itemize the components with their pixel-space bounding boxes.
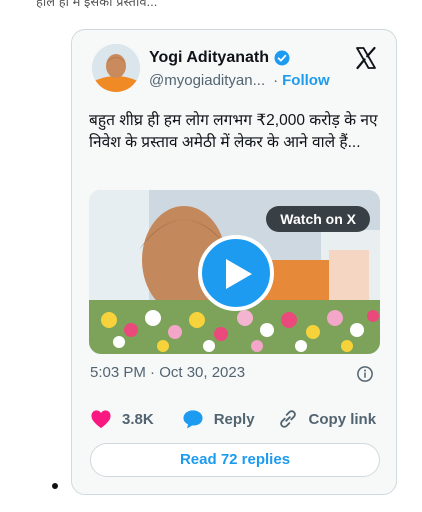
like-count: 3.8K <box>122 410 154 428</box>
reply-label: Reply <box>213 410 255 428</box>
copy-link-button[interactable]: Copy link <box>277 408 377 430</box>
author-handle-row: @myogiadityan... · Follow <box>149 72 330 89</box>
page: हाल ही में इसका प्रस्ताव... Yogi Adityan… <box>0 0 422 512</box>
verified-badge-icon <box>273 49 291 67</box>
reply-button[interactable]: Reply <box>182 409 255 429</box>
follow-button[interactable]: Follow <box>282 72 330 89</box>
separator-dot: · <box>273 72 279 89</box>
author-handle[interactable]: @myogiadityan... <box>149 72 265 89</box>
link-icon <box>279 410 296 428</box>
like-button[interactable]: 3.8K <box>90 409 154 429</box>
x-logo-icon[interactable] <box>354 46 378 70</box>
reply-bubble-icon <box>183 410 203 429</box>
tweet-actions: 3.8K Reply Copy link <box>90 408 376 430</box>
tweet-text: बहुत शीघ्र ही हम लोग लगभग ₹2,000 करोड़ क… <box>89 112 378 151</box>
info-icon[interactable] <box>356 365 374 383</box>
author-name-row: Yogi Adityanath <box>149 49 291 67</box>
tweet-timestamp[interactable]: 5:03 PM · Oct 30, 2023 <box>90 364 245 381</box>
read-replies-button[interactable]: Read 72 replies <box>90 443 380 477</box>
watch-on-x-button[interactable]: Watch on X <box>266 206 370 232</box>
video-thumbnail[interactable]: Watch on X <box>89 190 380 354</box>
heart-icon <box>91 410 111 429</box>
copy-link-label: Copy link <box>308 410 377 428</box>
preceding-text: हाल ही में इसका प्रस्ताव... <box>36 0 158 9</box>
embedded-tweet-card[interactable]: Yogi Adityanath @myogiadityan... · Follo… <box>71 29 397 495</box>
author-name[interactable]: Yogi Adityanath <box>149 49 269 67</box>
list-bullet <box>52 483 58 489</box>
play-button[interactable] <box>198 235 274 311</box>
play-icon <box>226 259 252 289</box>
author-avatar[interactable] <box>92 44 140 92</box>
